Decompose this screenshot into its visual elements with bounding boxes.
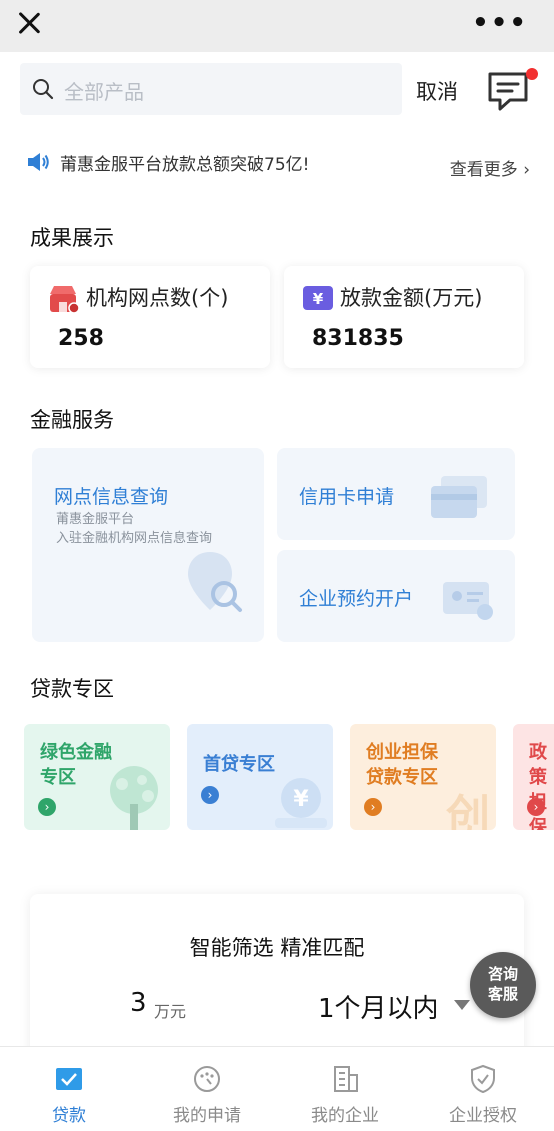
application-icon bbox=[194, 1066, 220, 1092]
unread-badge bbox=[526, 68, 538, 80]
building-icon bbox=[334, 1066, 358, 1092]
location-search-icon bbox=[188, 552, 242, 612]
speaker-icon bbox=[28, 153, 49, 171]
loans-title: 贷款专区 bbox=[30, 677, 114, 701]
chevron-right-icon: › bbox=[201, 786, 219, 804]
enterprise-account-card[interactable]: 企业预约开户 bbox=[277, 550, 515, 642]
tab-my-enterprise[interactable]: 我的企业 bbox=[276, 1047, 414, 1131]
customer-service-button[interactable]: 咨询 客服 bbox=[470, 952, 536, 1018]
store-icon bbox=[50, 286, 80, 314]
view-more-link[interactable]: 查看更多 › bbox=[450, 155, 530, 180]
branch-count-label: 机构网点数(个) bbox=[86, 286, 229, 310]
branch-count-card: 机构网点数(个) 258 bbox=[30, 266, 270, 368]
chevron-right-icon: › bbox=[364, 798, 382, 816]
achievements-title: 成果展示 bbox=[30, 226, 114, 250]
loan-tile-entrepreneurship[interactable]: 创业担保贷款专区 › 创 bbox=[350, 724, 496, 830]
dropdown-arrow-icon[interactable] bbox=[454, 1000, 470, 1010]
branch-query-sub2: 入驻金融机构网点信息查询 bbox=[56, 531, 213, 546]
consult-line1: 咨询 bbox=[487, 965, 518, 983]
branch-count-value: 258 bbox=[58, 326, 104, 351]
notice-text: 莆惠金服平台放款总额突破75亿! bbox=[60, 155, 310, 175]
consult-line2: 客服 bbox=[487, 985, 518, 1003]
cancel-button[interactable]: 取消 bbox=[416, 76, 458, 106]
tile-line1: 创业担保 bbox=[366, 742, 438, 763]
loan-amount-selector[interactable]: 3 bbox=[130, 988, 147, 1018]
branch-query-title: 网点信息查询 bbox=[54, 486, 169, 508]
branch-query-card[interactable]: 网点信息查询 莆惠金服平台 入驻金融机构网点信息查询 bbox=[32, 448, 264, 642]
svg-text:¥: ¥ bbox=[293, 787, 309, 812]
finance-title: 金融服务 bbox=[30, 408, 114, 432]
message-icon[interactable] bbox=[486, 68, 538, 114]
search-input[interactable]: 全部产品 bbox=[20, 63, 402, 115]
smart-match-card: 智能筛选 精准匹配 3 万元 1个月以内 bbox=[30, 894, 524, 1064]
chevron-right-icon: › bbox=[38, 798, 56, 816]
shield-check-icon bbox=[471, 1064, 495, 1094]
tile-line2: 贷款专区 bbox=[366, 767, 438, 788]
enterprise-account-title: 企业预约开户 bbox=[299, 588, 414, 610]
credit-card-icon bbox=[431, 476, 487, 518]
chuang-glyph-icon: 创 bbox=[446, 791, 490, 830]
top-bar: ••• bbox=[0, 0, 554, 52]
tile-line1: 首贷专区 bbox=[203, 754, 275, 775]
credit-card-apply-card[interactable]: 信用卡申请 bbox=[277, 448, 515, 540]
notice-bar[interactable]: 莆惠金服平台放款总额突破75亿! 查看更多 › bbox=[26, 150, 530, 180]
tab-enterprise-authorization[interactable]: 企业授权 bbox=[414, 1047, 552, 1131]
tile-line1: 绿色金融 bbox=[40, 742, 112, 763]
loan-amount-card: ¥ 放款金额(万元) 831835 bbox=[284, 266, 524, 368]
account-card-icon bbox=[443, 582, 493, 620]
tile-line1: 政策 bbox=[529, 742, 547, 788]
loan-term-selector[interactable]: 1个月以内 bbox=[318, 988, 439, 1025]
search-placeholder: 全部产品 bbox=[64, 80, 144, 104]
tab-label: 贷款 bbox=[52, 1106, 86, 1126]
close-icon[interactable] bbox=[16, 10, 42, 36]
tree-icon bbox=[110, 766, 158, 830]
chevron-right-icon: › bbox=[523, 160, 530, 180]
tab-label: 我的申请 bbox=[173, 1106, 241, 1126]
chevron-right-icon: › bbox=[527, 798, 545, 816]
view-more-label: 查看更多 bbox=[449, 160, 518, 180]
loan-amount-value: 831835 bbox=[312, 326, 404, 351]
loan-amount-unit: 万元 bbox=[154, 1002, 187, 1021]
tab-loan[interactable]: 贷款 bbox=[0, 1047, 138, 1131]
yen-coin-icon: ¥ bbox=[275, 778, 327, 828]
tile-line2: 专区 bbox=[40, 767, 76, 788]
search-icon bbox=[33, 79, 54, 100]
bottom-tab-bar: 贷款 我的申请 我的企业 企业授权 bbox=[0, 1046, 554, 1131]
tab-label: 我的企业 bbox=[311, 1106, 379, 1126]
smart-match-heading: 智能筛选 精准匹配 bbox=[189, 936, 365, 960]
loan-icon bbox=[56, 1068, 82, 1090]
loan-tile-policy[interactable]: 政策担保 › bbox=[513, 724, 554, 830]
loan-tile-green-finance[interactable]: 绿色金融专区 › bbox=[24, 724, 170, 830]
yen-wallet-icon: ¥ bbox=[303, 286, 333, 310]
more-options-icon[interactable]: ••• bbox=[472, 10, 528, 36]
tab-my-applications[interactable]: 我的申请 bbox=[138, 1047, 276, 1131]
branch-query-sub1: 莆惠金服平台 bbox=[56, 512, 135, 527]
svg-text:¥: ¥ bbox=[313, 290, 324, 308]
tab-label: 企业授权 bbox=[449, 1106, 517, 1126]
loan-amount-label: 放款金额(万元) bbox=[340, 286, 483, 310]
credit-card-title: 信用卡申请 bbox=[299, 486, 395, 508]
loan-tile-first-loan[interactable]: 首贷专区 › ¥ bbox=[187, 724, 333, 830]
